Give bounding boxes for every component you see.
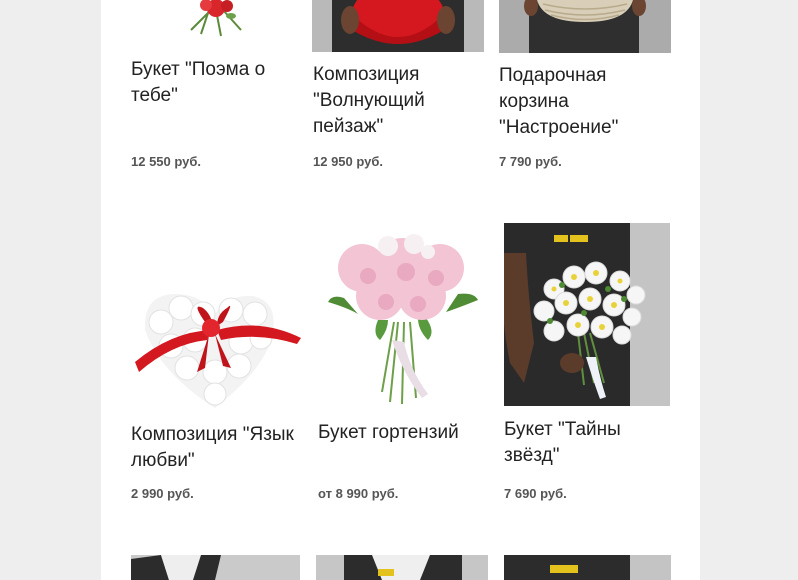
product-card[interactable]: Композиция "Волнующий пейзаж" 12 950 руб… bbox=[312, 0, 484, 200]
product-price: 2 990 руб. bbox=[131, 486, 194, 501]
product-card[interactable]: Букет "Поэма о тебе" 12 550 руб. bbox=[131, 0, 301, 200]
product-title[interactable]: Подарочная корзина "Настроение" bbox=[499, 63, 671, 141]
product-price: от 8 990 руб. bbox=[318, 486, 399, 501]
product-image[interactable] bbox=[312, 0, 484, 52]
product-price: 12 950 руб. bbox=[313, 154, 384, 169]
product-title[interactable]: Композиция "Язык любви" bbox=[131, 422, 306, 474]
product-title[interactable]: Композиция "Волнующий пейзаж" bbox=[313, 62, 485, 140]
product-price: 7 790 руб. bbox=[499, 154, 562, 169]
product-card[interactable]: Подарочная корзина "Настроение" 7 790 ру… bbox=[499, 0, 671, 200]
product-image[interactable] bbox=[131, 222, 306, 412]
product-price: 7 690 руб. bbox=[504, 486, 567, 501]
product-image[interactable] bbox=[316, 555, 488, 580]
product-image[interactable] bbox=[504, 223, 670, 406]
product-price: 12 550 руб. bbox=[131, 154, 202, 169]
catalog-panel: Букет "Поэма о тебе" 12 550 руб. Компози… bbox=[101, 0, 700, 580]
product-image[interactable] bbox=[504, 555, 671, 580]
product-title[interactable]: Букет "Тайны звёзд" bbox=[504, 417, 671, 469]
product-card[interactable]: Композиция "Язык любви" 2 990 руб. bbox=[131, 222, 306, 512]
product-card[interactable]: Букет гортензий от 8 990 руб. bbox=[318, 222, 488, 512]
product-title[interactable]: Букет гортензий bbox=[318, 420, 488, 446]
product-card[interactable]: Букет "Тайны звёзд" 7 690 руб. bbox=[504, 222, 671, 512]
product-image[interactable] bbox=[131, 0, 301, 50]
product-image[interactable] bbox=[318, 222, 488, 412]
product-image[interactable] bbox=[499, 0, 671, 53]
product-title[interactable]: Букет "Поэма о тебе" bbox=[131, 57, 301, 109]
product-image[interactable] bbox=[131, 555, 300, 580]
